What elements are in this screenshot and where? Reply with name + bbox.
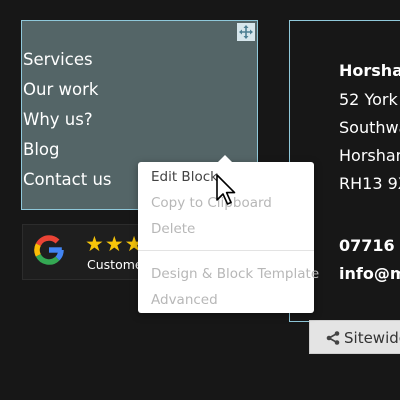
sitewide-button[interactable]: Sitewide (309, 320, 400, 354)
share-icon (326, 331, 340, 345)
menu-item-edit-block[interactable]: Edit Block (151, 168, 218, 186)
menu-divider (138, 250, 314, 251)
star-rating: ★★★ (85, 232, 145, 256)
email-link[interactable]: info@ma (339, 264, 400, 283)
sitewide-label: Sitewide (344, 329, 400, 347)
postcode: RH13 9X (339, 174, 400, 193)
mouse-pointer-icon (216, 174, 236, 205)
nav-link-contact-us[interactable]: Contact us (23, 165, 112, 195)
company-name: Horsham (339, 61, 400, 80)
google-logo-icon (34, 235, 64, 265)
menu-item-delete[interactable]: Delete (151, 220, 195, 238)
address-line-1: 52 York (339, 90, 398, 109)
phone-number[interactable]: 07716 0 (339, 236, 400, 255)
move-arrows-icon (239, 25, 253, 39)
move-block-handle[interactable] (237, 23, 255, 41)
nav-link-blog[interactable]: Blog (23, 135, 112, 165)
address-line-3: Horshan (339, 146, 400, 165)
menu-item-design-block-template[interactable]: Design & Block Template (151, 265, 319, 283)
address-line-2: Southwa (339, 118, 400, 137)
menu-item-advanced[interactable]: Advanced (151, 291, 218, 309)
nav-link-why-us[interactable]: Why us? (23, 105, 112, 135)
nav-link-services[interactable]: Services (23, 45, 112, 75)
nav-link-list: Services Our work Why us? Blog Contact u… (23, 45, 112, 195)
menu-item-copy-to-clipboard[interactable]: Copy to Clipboard (151, 194, 272, 212)
nav-link-our-work[interactable]: Our work (23, 75, 112, 105)
